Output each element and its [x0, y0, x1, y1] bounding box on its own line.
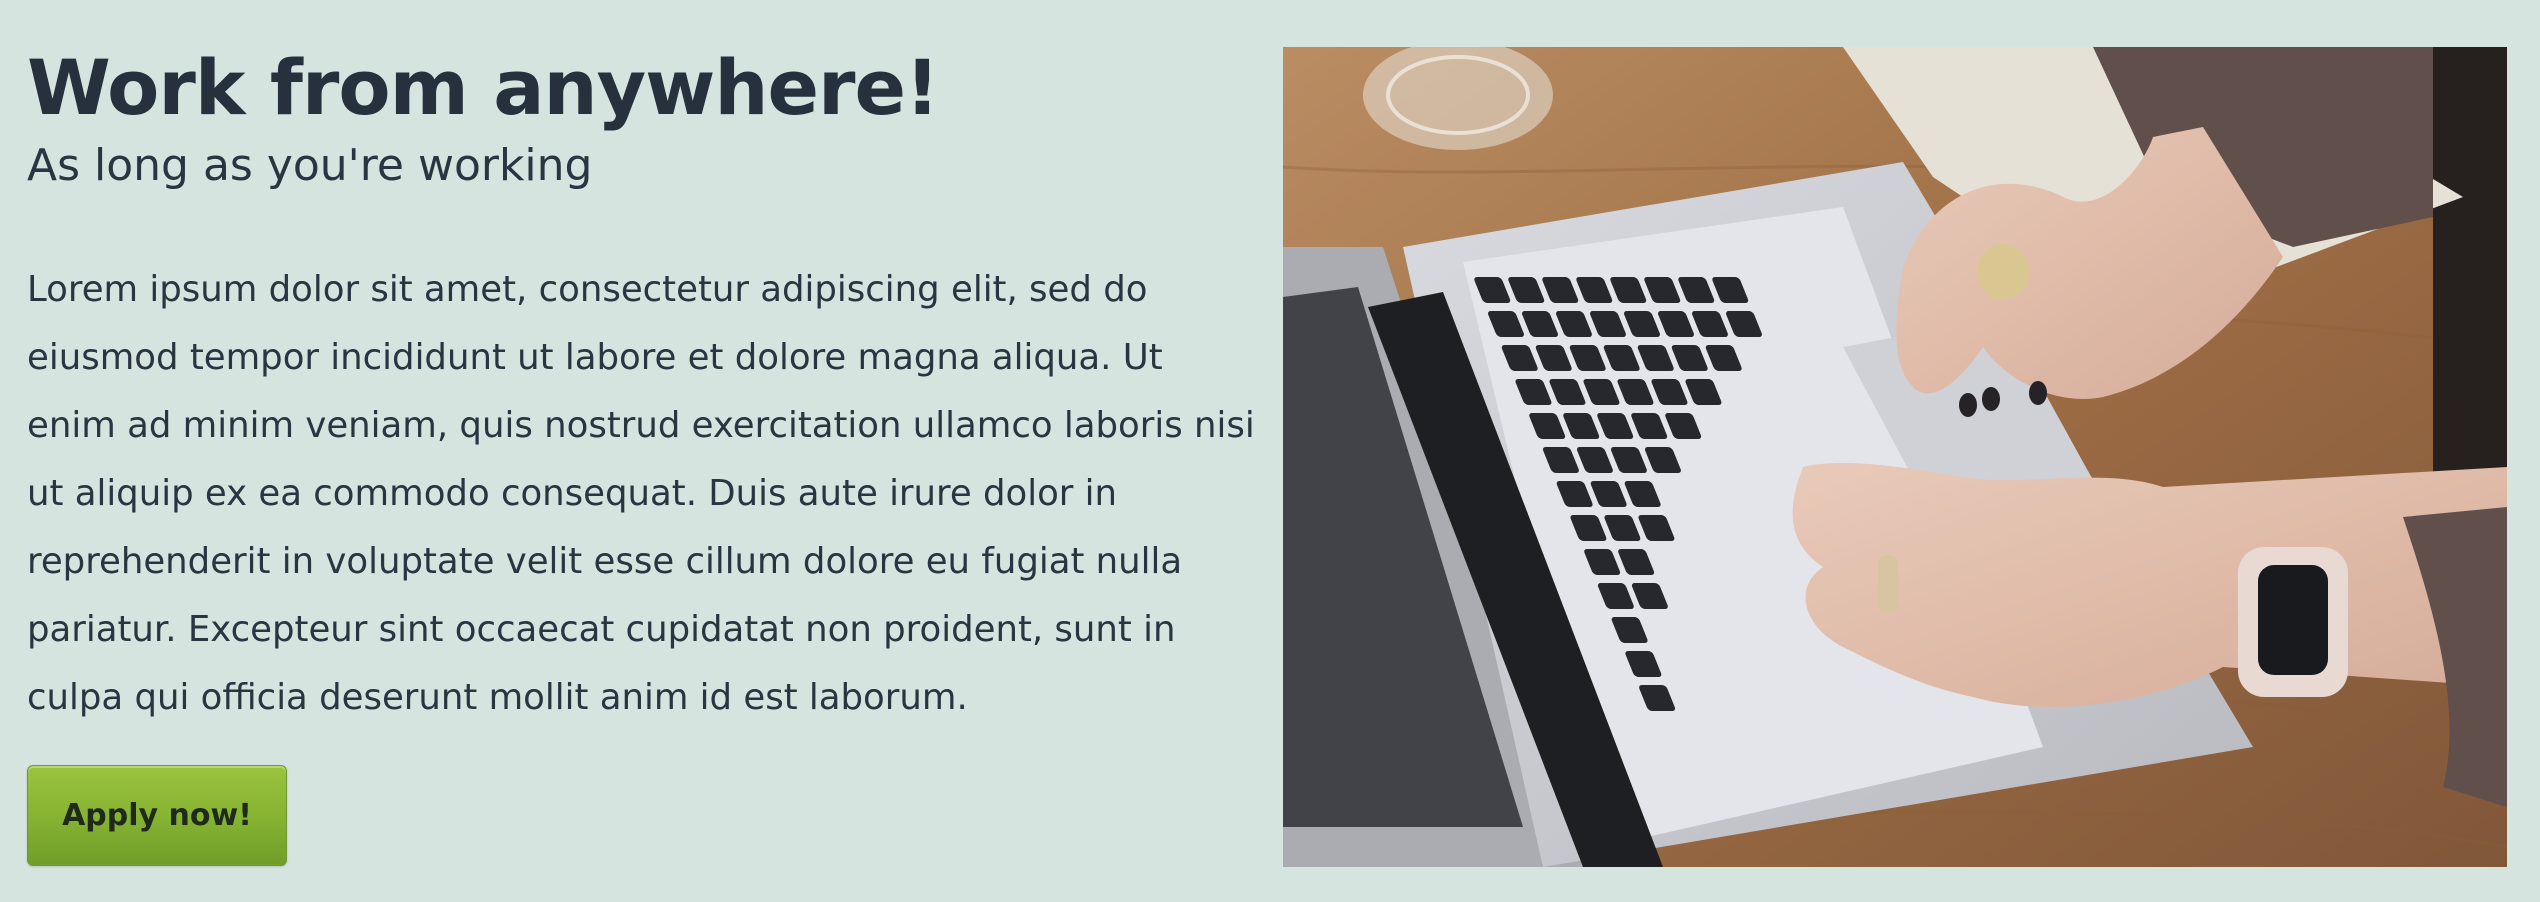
- laptop-typing-illustration: [1283, 47, 2507, 867]
- hero-body-text: Lorem ipsum dolor sit amet, consectetur …: [27, 269, 1255, 718]
- hero-photo: [1283, 47, 2507, 867]
- hero-text: Work from anywhere! As long as you're wo…: [27, 38, 1262, 732]
- hero-title: Work from anywhere!: [27, 43, 940, 132]
- apply-now-button[interactable]: Apply now!: [27, 765, 287, 866]
- hero-subtitle: As long as you're working: [27, 140, 593, 191]
